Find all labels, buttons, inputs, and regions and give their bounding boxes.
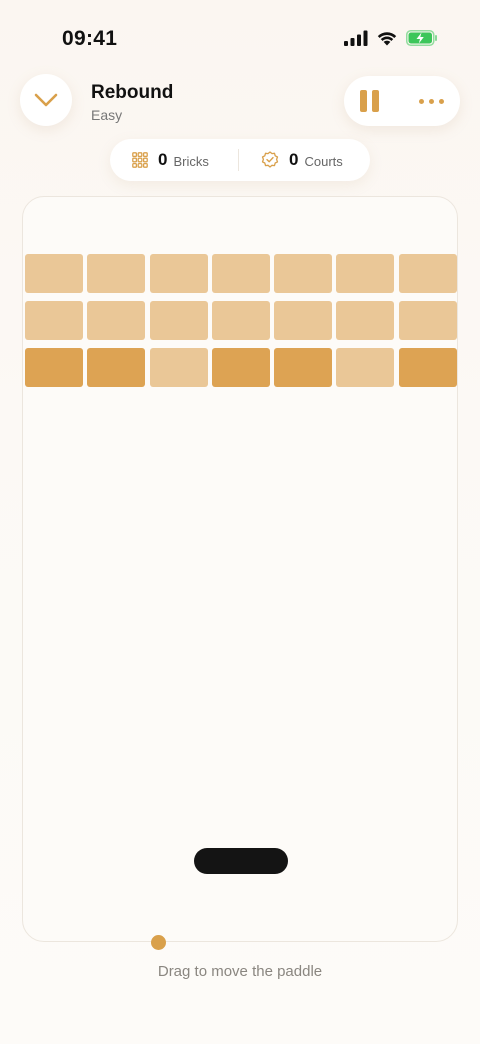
brick	[211, 254, 270, 293]
brick	[149, 301, 208, 340]
courts-count: 0	[289, 150, 299, 169]
game-court[interactable]	[22, 196, 458, 942]
brick	[149, 254, 208, 293]
brick	[336, 254, 395, 293]
bricks-label: Bricks	[173, 153, 209, 169]
hint-text: Drag to move the paddle	[157, 963, 323, 980]
brick	[336, 348, 395, 387]
brick	[274, 301, 333, 340]
wifi-icon	[377, 32, 397, 46]
brick	[398, 301, 457, 340]
stats-pill: 0 Bricks 0 Courts	[110, 139, 370, 181]
brick	[25, 301, 83, 340]
ball	[151, 935, 166, 950]
bricks-stat: 0 Bricks	[110, 139, 238, 181]
brick	[398, 254, 457, 293]
brick	[274, 348, 333, 387]
more-button[interactable]	[419, 98, 444, 104]
title-block: Rebound Easy	[91, 82, 173, 123]
status-time: 09:41	[62, 27, 118, 50]
cellular-signal-icon	[344, 30, 368, 46]
game-screen: 09:41 Rebound Easy 0 Bricks 0 Courts Dra…	[0, 0, 480, 1044]
badge-check-icon	[261, 151, 279, 168]
pause-icon-bar	[372, 90, 379, 112]
difficulty-label: Easy	[91, 107, 123, 123]
brick	[25, 348, 83, 387]
brick	[398, 348, 457, 387]
back-button[interactable]	[20, 74, 72, 126]
brick-grid	[25, 254, 457, 387]
game-title: Rebound	[91, 82, 174, 103]
brick	[274, 254, 333, 293]
bricks-grid-icon	[132, 152, 148, 168]
brick	[336, 301, 395, 340]
brick	[87, 301, 146, 340]
brick	[25, 254, 83, 293]
battery-charging-icon	[406, 30, 437, 46]
brick	[211, 348, 270, 387]
pause-button[interactable]	[360, 90, 380, 112]
brick	[149, 348, 208, 387]
pause-icon	[360, 90, 367, 112]
more-icon-dot	[439, 98, 444, 104]
courts-stat: 0 Courts	[239, 139, 343, 181]
brick	[87, 348, 146, 387]
chevron-down-icon	[34, 93, 58, 107]
more-icon-dot	[429, 98, 434, 104]
paddle[interactable]	[194, 848, 288, 874]
brick	[87, 254, 146, 293]
more-icon	[419, 98, 424, 104]
brick	[211, 301, 270, 340]
bricks-count: 0	[158, 150, 168, 169]
action-pill	[344, 76, 460, 126]
courts-label: Courts	[304, 153, 343, 169]
status-icons	[344, 30, 438, 46]
